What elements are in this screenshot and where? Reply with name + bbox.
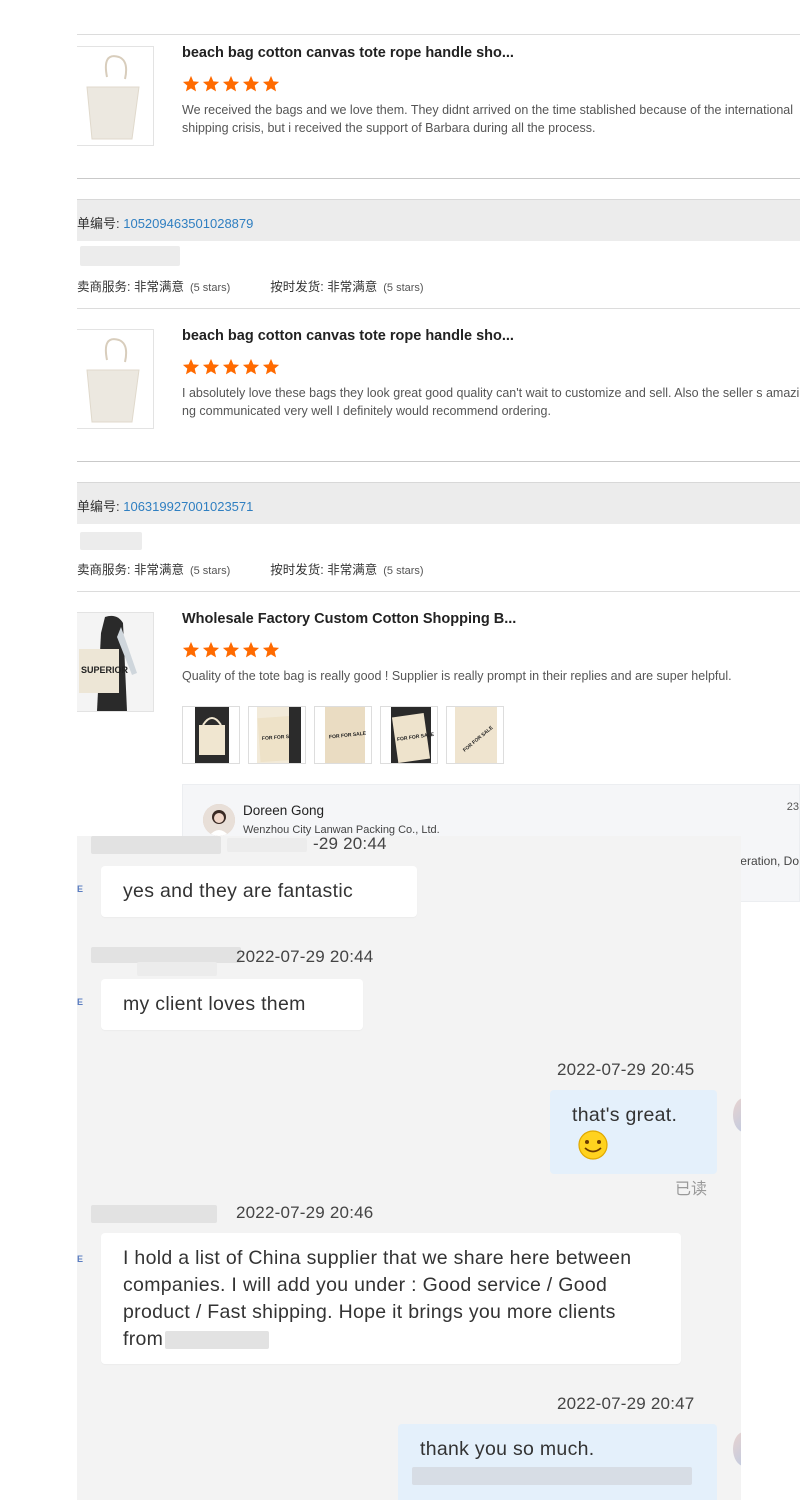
review-divider [77, 178, 800, 179]
chat-bubble-text: that's great. [572, 1104, 678, 1126]
rating-row: 卖商服务: 非常满意 (5 stars) 按时发货: 非常满意 (5 stars) [77, 563, 424, 577]
chat-screenshot: -29 20:44 E yes and they are fantastic 2… [77, 836, 741, 1500]
order-number[interactable]: 105209463501028879 [123, 216, 253, 231]
review-photo[interactable]: FOR FOR SALE [446, 706, 504, 764]
star-icon [242, 641, 260, 658]
order-bar: 单编号: 106319927001023571 [77, 482, 800, 524]
product-thumbnail[interactable] [77, 46, 154, 146]
sender-avatar-edge: E [77, 1254, 84, 1264]
read-status: 已读 [675, 1181, 708, 1198]
avatar [203, 804, 235, 836]
message-timestamp: 2022-07-29 20:44 [236, 947, 374, 966]
smiley-emoji-icon [578, 1130, 608, 1160]
review-text: We received the bags and we love them. T… [182, 103, 794, 135]
avatar [733, 1432, 741, 1466]
svg-text:SUPERIOR: SUPERIOR [81, 665, 129, 675]
star-icon [242, 358, 260, 375]
product-title[interactable]: beach bag cotton canvas tote rope handle… [182, 328, 514, 344]
rating-row: 卖商服务: 非常满意 (5 stars) 按时发货: 非常满意 (5 stars) [77, 280, 424, 294]
top-divider [77, 34, 800, 35]
product-title[interactable]: Wholesale Factory Custom Cotton Shopping… [182, 611, 516, 627]
message-timestamp: 2022-07-29 20:47 [557, 1394, 695, 1413]
blurred-sender-name [91, 947, 241, 963]
reply-date: 23 [786, 801, 799, 813]
supplier-name: Doreen Gong [243, 803, 325, 818]
chat-bubble-incoming: yes and they are fantastic [101, 866, 417, 917]
order-bar: 单编号: 105209463501028879 [77, 199, 800, 241]
star-rating [182, 358, 280, 376]
supplier-company: Wenzhou City Lanwan Packing Co., Ltd. [243, 824, 440, 836]
message-timestamp: 2022-07-29 20:45 [557, 1060, 695, 1079]
chat-bubble-outgoing: that's great. [550, 1090, 717, 1174]
review-photo[interactable]: FOR FOR SALE [380, 706, 438, 764]
review-photo[interactable] [182, 706, 240, 764]
star-icon [262, 358, 280, 375]
review-photos: FOR FOR SALE FOR FOR SALE FOR FOR SALE F… [182, 706, 504, 764]
star-icon [182, 641, 200, 658]
order-label: 单编号: 105209463501028879 [77, 216, 254, 231]
blurred-buyer-name [80, 532, 142, 550]
star-icon [242, 75, 260, 92]
blurred-sender-name [91, 836, 221, 854]
row-divider [77, 308, 800, 309]
review-photo[interactable]: FOR FOR SALE [248, 706, 306, 764]
blurred-sender-name [137, 962, 217, 976]
sender-avatar-edge: E [77, 997, 84, 1007]
star-rating [182, 641, 280, 659]
order-label: 单编号: 106319927001023571 [77, 499, 254, 514]
star-icon [202, 75, 220, 92]
blurred-text [165, 1330, 270, 1349]
row-divider [77, 591, 800, 592]
message-timestamp: -29 20:44 [313, 836, 387, 853]
service-rating: 卖商服务: 非常满意 [77, 563, 184, 577]
shipping-rating: 按时发货: 非常满意 [270, 563, 378, 577]
chat-bubble-text: thank you so much. [420, 1438, 595, 1460]
review-text: Quality of the tote bag is really good !… [182, 669, 732, 683]
star-icon [262, 75, 280, 92]
star-icon [262, 641, 280, 658]
product-thumbnail[interactable]: SUPERIOR [77, 612, 154, 712]
chat-bubble-incoming: my client loves them [101, 979, 363, 1030]
review-photo[interactable]: FOR FOR SALE [314, 706, 372, 764]
order-number[interactable]: 106319927001023571 [123, 499, 253, 514]
chat-bubble-incoming: I hold a list of China supplier that we … [101, 1233, 681, 1364]
shipping-rating: 按时发货: 非常满意 [270, 280, 378, 294]
product-thumbnail[interactable] [77, 329, 154, 429]
blurred-sender-name [91, 1205, 217, 1223]
star-icon [222, 641, 240, 658]
star-rating [182, 75, 280, 93]
review-text: I absolutely love these bags they look g… [182, 386, 800, 418]
chat-bubble-outgoing: thank you so much. [398, 1424, 717, 1500]
star-icon [202, 358, 220, 375]
review-divider [77, 461, 800, 462]
star-icon [222, 358, 240, 375]
star-icon [202, 641, 220, 658]
blurred-sender-name [227, 838, 307, 852]
service-rating: 卖商服务: 非常满意 [77, 280, 184, 294]
avatar [733, 1098, 741, 1132]
message-timestamp: 2022-07-29 20:46 [236, 1203, 374, 1222]
star-icon [182, 358, 200, 375]
blurred-text [412, 1467, 692, 1485]
reply-text: eration, Do [740, 854, 799, 868]
blurred-buyer-name [80, 246, 180, 266]
star-icon [182, 75, 200, 92]
sender-avatar-edge: E [77, 884, 84, 894]
product-title[interactable]: beach bag cotton canvas tote rope handle… [182, 45, 514, 61]
star-icon [222, 75, 240, 92]
